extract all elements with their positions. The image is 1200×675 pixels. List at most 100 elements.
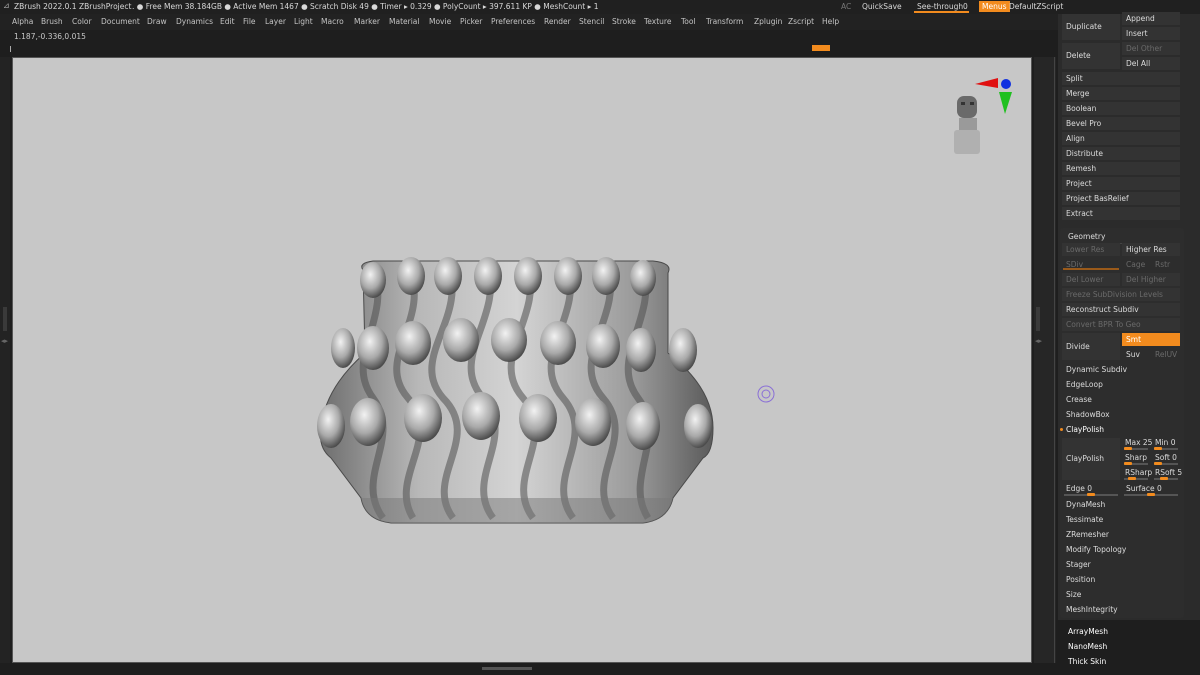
- menu-zplugin[interactable]: Zplugin: [754, 17, 782, 26]
- menu-draw[interactable]: Draw: [147, 17, 167, 26]
- geometry-header[interactable]: Geometry: [1064, 230, 1180, 243]
- rsharp-slider-knob[interactable]: [1128, 477, 1136, 480]
- del-all-button[interactable]: Del All: [1122, 57, 1180, 70]
- action-modify-topology[interactable]: Modify Topology: [1062, 543, 1180, 556]
- del-other-button[interactable]: Del Other: [1122, 42, 1180, 55]
- action-tessimate[interactable]: Tessimate: [1062, 513, 1180, 526]
- bottom-shelf-handle[interactable]: [482, 667, 532, 670]
- max-slider-knob[interactable]: [1124, 447, 1132, 450]
- title-bar: ⊿ ZBrush 2022.0.1 ZBrushProject . ● Free…: [0, 0, 1200, 14]
- claypolish-header[interactable]: ClayPolish: [1062, 423, 1180, 436]
- menu-color[interactable]: Color: [72, 17, 92, 26]
- menu-zscript[interactable]: Zscript: [788, 17, 814, 26]
- navigation-head-icon[interactable]: [954, 96, 980, 154]
- action-stager[interactable]: Stager: [1062, 558, 1180, 571]
- freeze-subdivision-button[interactable]: Freeze SubDivision Levels: [1062, 288, 1180, 301]
- menu-movie[interactable]: Movie: [429, 17, 451, 26]
- menu-picker[interactable]: Picker: [460, 17, 482, 26]
- lower-res-button[interactable]: Lower Res: [1062, 243, 1120, 256]
- menu-dynamics[interactable]: Dynamics: [176, 17, 213, 26]
- menu-transform[interactable]: Transform: [706, 17, 743, 26]
- action-crease[interactable]: Crease: [1062, 393, 1180, 406]
- menu-document[interactable]: Document: [101, 17, 140, 26]
- seethrough-slider[interactable]: [914, 11, 969, 13]
- menu-layer[interactable]: Layer: [265, 17, 286, 26]
- action-project-basrelief[interactable]: Project BasRelief: [1062, 192, 1180, 205]
- menu-help[interactable]: Help: [822, 17, 839, 26]
- duplicate-button[interactable]: Duplicate: [1062, 14, 1120, 40]
- right-shelf-arrow-icon[interactable]: ◂▸: [1035, 337, 1042, 345]
- action-merge[interactable]: Merge: [1062, 87, 1180, 100]
- convert-bpr-button[interactable]: Convert BPR To Geo: [1062, 318, 1180, 331]
- menu-edit[interactable]: Edit: [220, 17, 235, 26]
- left-shelf-arrow-icon[interactable]: ◂▸: [1, 337, 8, 345]
- del-higher-button[interactable]: Del Higher: [1122, 273, 1180, 286]
- action-thick-skin[interactable]: Thick Skin: [1064, 655, 1180, 668]
- menu-stencil[interactable]: Stencil: [579, 17, 604, 26]
- rsoft-slider-knob[interactable]: [1160, 477, 1168, 480]
- insert-button[interactable]: Insert: [1122, 27, 1180, 40]
- action-align[interactable]: Align: [1062, 132, 1180, 145]
- quicksave-button[interactable]: QuickSave: [862, 2, 902, 11]
- surface-slider-knob[interactable]: [1147, 493, 1155, 496]
- axis-gizmo-icon[interactable]: [975, 78, 1012, 114]
- menus-button[interactable]: Menus: [979, 1, 1010, 12]
- action-position[interactable]: Position: [1062, 573, 1180, 586]
- menu-file[interactable]: File: [243, 17, 256, 26]
- action-edgeloop[interactable]: EdgeLoop: [1062, 378, 1180, 391]
- menu-render[interactable]: Render: [544, 17, 571, 26]
- default-zscript-button[interactable]: DefaultZScript: [1009, 2, 1063, 11]
- action-nanomesh[interactable]: NanoMesh: [1064, 640, 1180, 653]
- suv-toggle[interactable]: Suv: [1122, 348, 1150, 361]
- soft-slider-knob[interactable]: [1154, 462, 1162, 465]
- action-project[interactable]: Project: [1062, 177, 1180, 190]
- smt-toggle[interactable]: Smt: [1122, 333, 1180, 346]
- action-bevel-pro[interactable]: Bevel Pro: [1062, 117, 1180, 130]
- right-shelf[interactable]: ◂▸: [1034, 57, 1056, 663]
- sdiv-slider-track[interactable]: [1063, 268, 1119, 270]
- del-lower-button[interactable]: Del Lower: [1062, 273, 1120, 286]
- document-canvas[interactable]: [12, 57, 1032, 663]
- menu-light[interactable]: Light: [294, 17, 313, 26]
- menu-brush[interactable]: Brush: [41, 17, 63, 26]
- rstr-button[interactable]: Rstr: [1151, 258, 1179, 271]
- menu-tool[interactable]: Tool: [681, 17, 696, 26]
- action-dynamic-subdiv[interactable]: Dynamic Subdiv: [1062, 363, 1180, 376]
- left-shelf[interactable]: ◂▸: [0, 57, 10, 663]
- action-meshintegrity[interactable]: MeshIntegrity: [1062, 603, 1180, 616]
- min-slider-knob[interactable]: [1154, 447, 1162, 450]
- edge-slider-knob[interactable]: [1087, 493, 1095, 496]
- menu-marker[interactable]: Marker: [354, 17, 380, 26]
- action-boolean[interactable]: Boolean: [1062, 102, 1180, 115]
- action-arraymesh[interactable]: ArrayMesh: [1064, 625, 1180, 638]
- left-shelf-handle[interactable]: [3, 307, 7, 331]
- claypolish-button[interactable]: ClayPolish: [1062, 438, 1120, 480]
- 3d-mesh-model[interactable]: [317, 257, 714, 524]
- menu-stroke[interactable]: Stroke: [612, 17, 636, 26]
- action-zremesher[interactable]: ZRemesher: [1062, 528, 1180, 541]
- action-shadowbox[interactable]: ShadowBox: [1062, 408, 1180, 421]
- menu-alpha[interactable]: Alpha: [12, 17, 33, 26]
- right-shelf-handle[interactable]: [1036, 307, 1040, 331]
- reluv-toggle[interactable]: RelUV: [1151, 348, 1179, 361]
- cage-button[interactable]: Cage: [1122, 258, 1150, 271]
- action-extract[interactable]: Extract: [1062, 207, 1180, 220]
- action-size[interactable]: Size: [1062, 588, 1180, 601]
- menu-preferences[interactable]: Preferences: [491, 17, 535, 26]
- action-remesh[interactable]: Remesh: [1062, 162, 1180, 175]
- menu-material[interactable]: Material: [389, 17, 419, 26]
- higher-res-button[interactable]: Higher Res: [1122, 243, 1180, 256]
- action-dynamesh[interactable]: DynaMesh: [1062, 498, 1180, 511]
- sharp-slider-knob[interactable]: [1124, 462, 1132, 465]
- append-button[interactable]: Append: [1122, 12, 1180, 25]
- delete-button[interactable]: Delete: [1062, 43, 1120, 69]
- menu-macro[interactable]: Macro: [321, 17, 344, 26]
- seethrough-label[interactable]: See-through: [917, 2, 963, 11]
- divide-button[interactable]: Divide: [1062, 333, 1120, 360]
- ac-button[interactable]: AC: [841, 2, 851, 11]
- seethrough-value[interactable]: 0: [963, 2, 968, 11]
- reconstruct-subdiv-button[interactable]: Reconstruct Subdiv: [1062, 303, 1180, 316]
- action-distribute[interactable]: Distribute: [1062, 147, 1180, 160]
- menu-texture[interactable]: Texture: [644, 17, 671, 26]
- action-split[interactable]: Split: [1062, 72, 1180, 85]
